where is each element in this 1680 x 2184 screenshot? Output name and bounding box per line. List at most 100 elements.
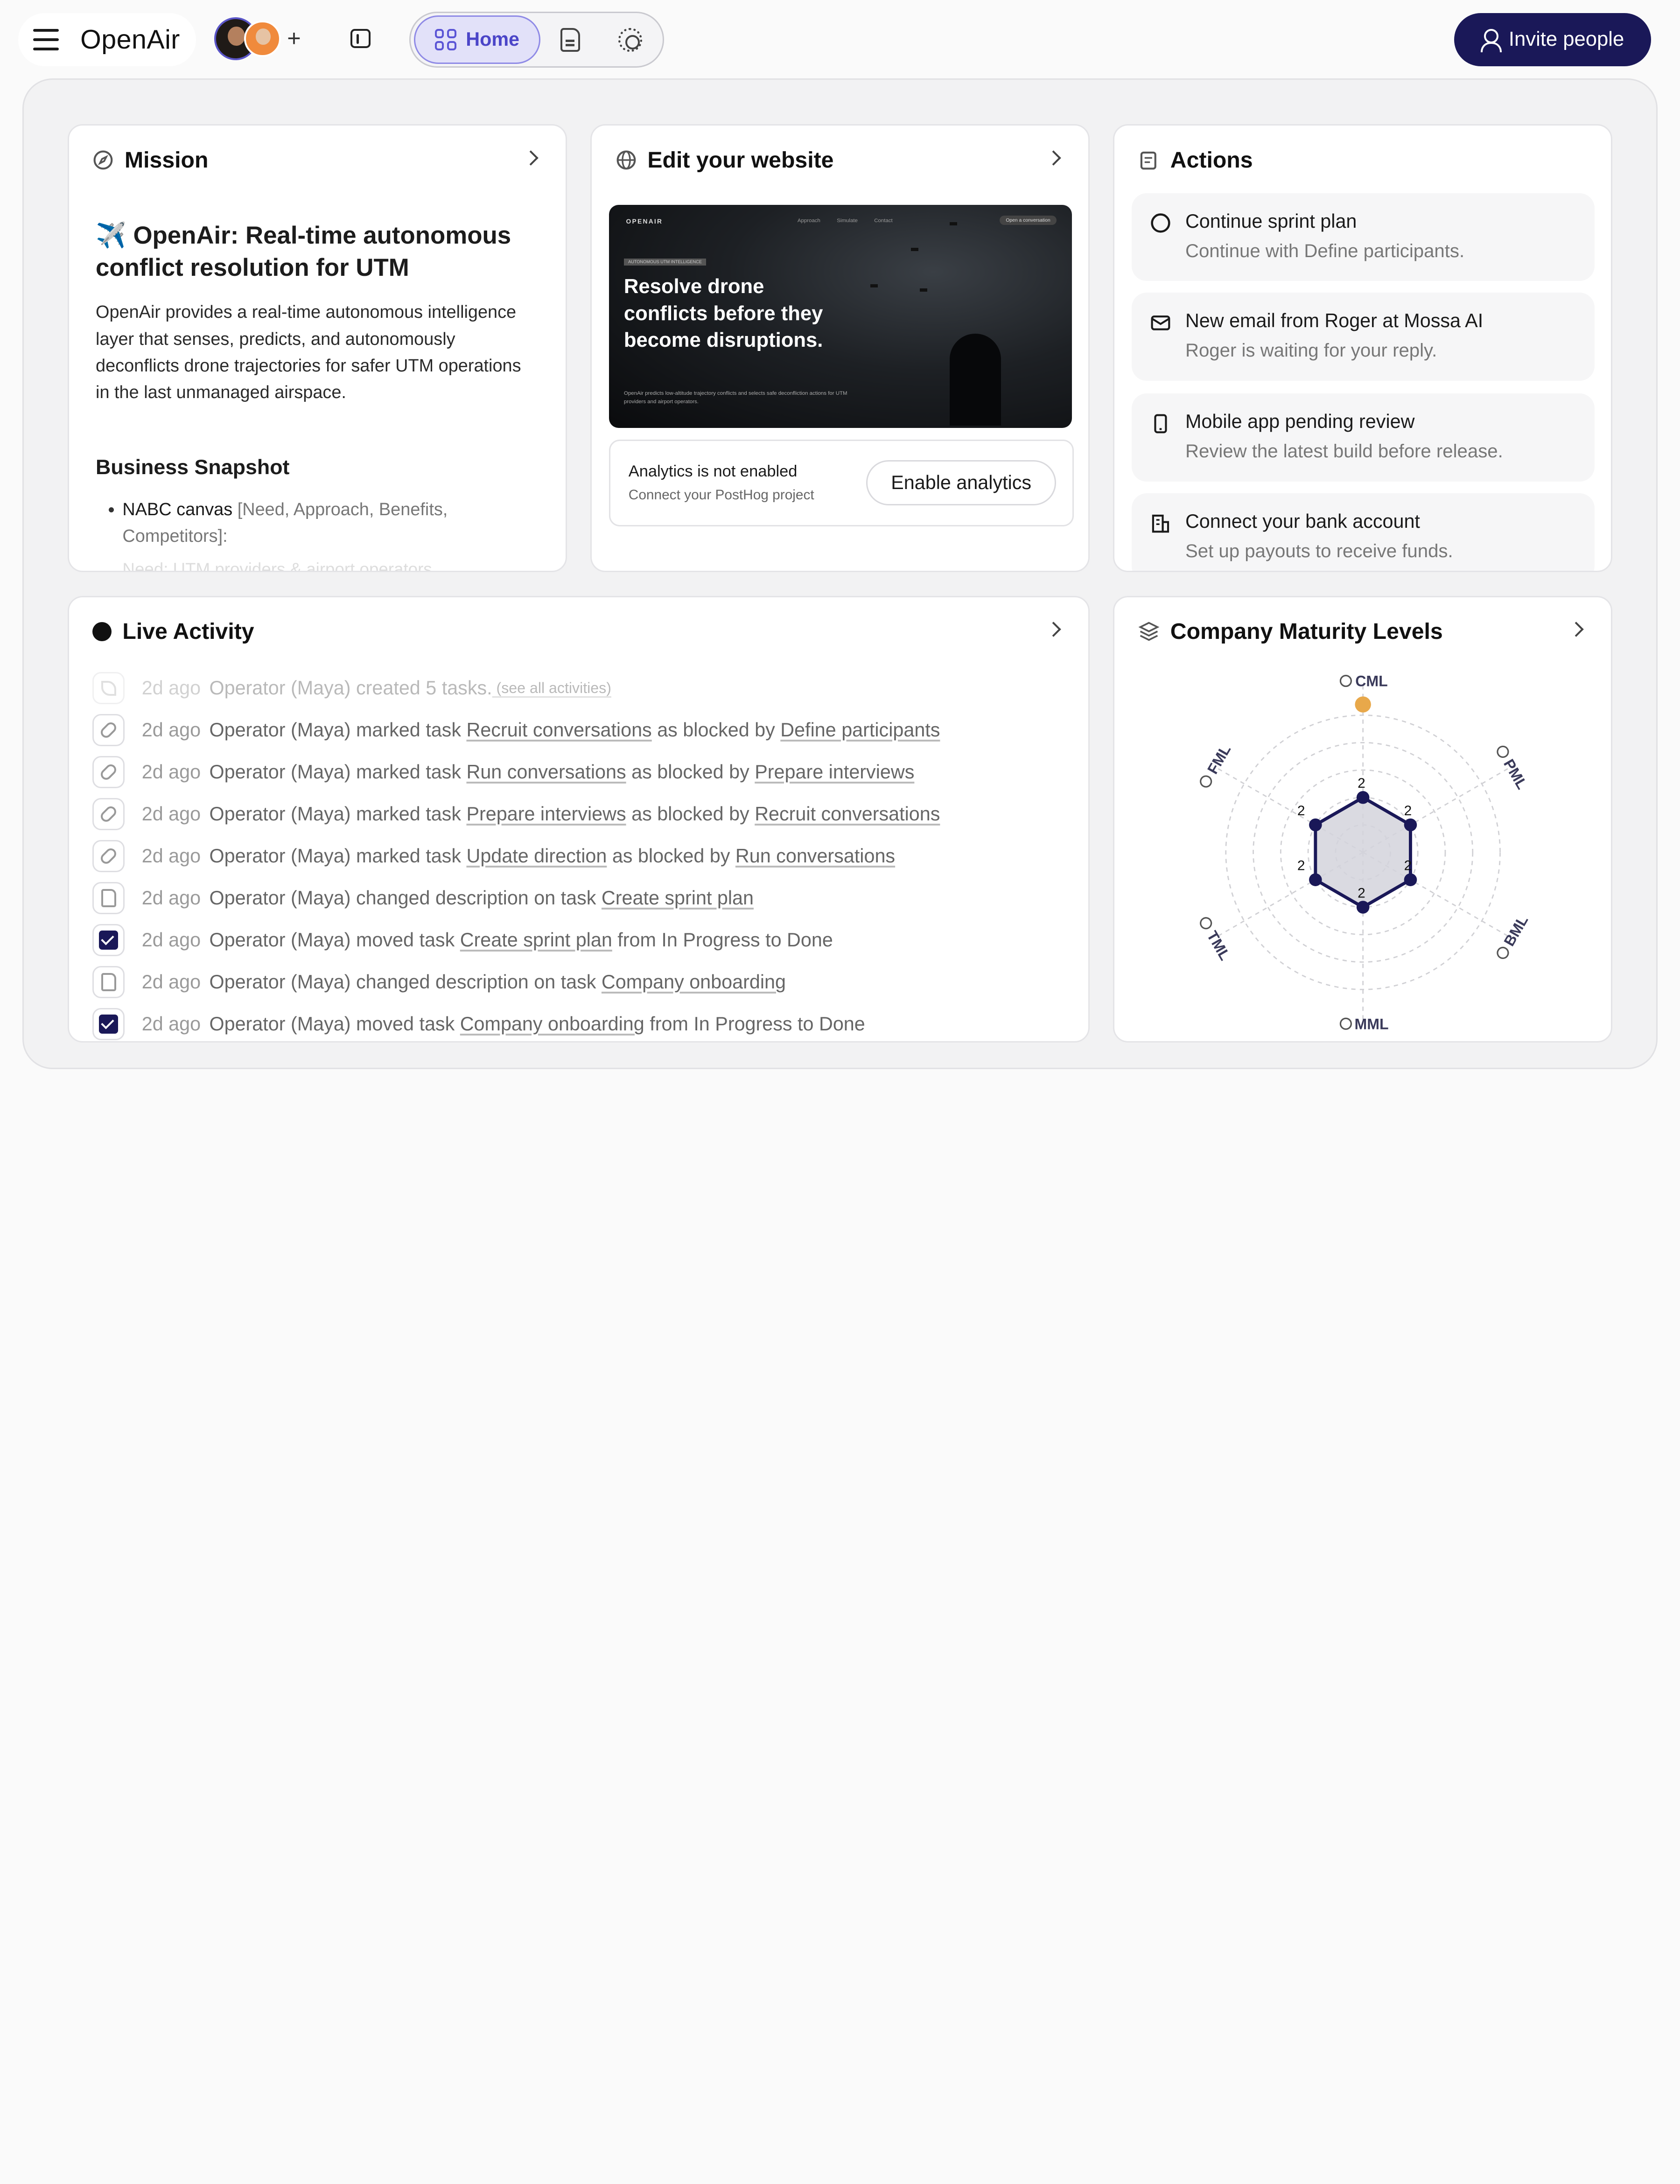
activity-row[interactable]: 2d ago Operator (Maya) changed descriptio… — [92, 965, 786, 999]
checkbox-icon — [92, 924, 125, 957]
chevron-right-icon[interactable] — [523, 150, 539, 166]
radar-value-label: 2 — [1297, 858, 1305, 873]
live-activity-header: Live Activity — [92, 618, 254, 644]
radar-axis-label-group: BML — [1497, 912, 1532, 959]
activity-text: from In Progress to Done — [644, 1013, 865, 1035]
mission-card[interactable]: Mission ✈️ OpenAir: Real-time autonomous… — [67, 124, 567, 572]
radar-point — [1309, 818, 1323, 831]
task-link[interactable]: Company onboarding — [602, 971, 786, 993]
home-tab[interactable]: Home — [413, 15, 540, 64]
task-link[interactable]: Prepare interviews — [755, 761, 914, 783]
task-link[interactable]: Create sprint plan — [460, 929, 612, 951]
task-link[interactable]: Create sprint plan — [602, 887, 754, 909]
chevron-right-icon[interactable] — [1046, 622, 1061, 637]
task-link[interactable]: Run conversations — [466, 761, 626, 783]
link-icon — [92, 798, 125, 831]
activity-time: 2d ago — [141, 1013, 201, 1035]
activity-row[interactable]: 2d ago Operator (Maya) created 5 tasks. (… — [92, 671, 611, 705]
task-link[interactable]: Run conversations — [735, 845, 895, 867]
link-icon — [92, 840, 125, 873]
document-tab-icon[interactable] — [560, 28, 580, 52]
activity-text: Operator (Maya) moved task — [209, 929, 460, 951]
task-link[interactable]: Update direction — [466, 845, 607, 867]
circle-icon — [1151, 213, 1170, 233]
brand-pill: OpenAir — [18, 13, 196, 67]
activity-row[interactable]: 2d ago Operator (Maya) marked task Run co… — [92, 755, 914, 789]
activity-time: 2d ago — [141, 929, 201, 951]
menu-icon[interactable] — [33, 28, 59, 50]
bank-icon — [1152, 514, 1169, 533]
task-link[interactable]: Recruit conversations — [755, 803, 940, 825]
invite-people-button[interactable]: Invite people — [1454, 13, 1651, 67]
sidebar-toggle-icon[interactable] — [350, 28, 371, 49]
radar-point — [1404, 873, 1417, 886]
home-label: Home — [466, 28, 520, 50]
grid-icon — [434, 28, 456, 50]
action-title: Mobile app pending review — [1185, 411, 1415, 433]
activity-text: as blocked by — [626, 761, 755, 783]
preview-headline: Resolve drone conflicts before they beco… — [623, 275, 823, 351]
avatar[interactable] — [244, 20, 281, 57]
action-item-email[interactable]: New email from Roger at Mossa AI Roger i… — [1132, 293, 1595, 381]
action-subtitle: Set up payouts to receive funds. — [1185, 540, 1453, 561]
business-snapshot-heading: Business Snapshot — [96, 455, 290, 479]
website-card[interactable]: Edit your website OPENAIR Approach Simul… — [590, 124, 1090, 572]
activity-row[interactable]: 2d ago Operator (Maya) moved task Create … — [92, 923, 833, 957]
activity-time: 2d ago — [141, 971, 201, 993]
invite-label: Invite people — [1508, 28, 1624, 51]
globe-icon — [616, 150, 636, 170]
mail-icon — [1151, 315, 1170, 330]
activity-time: 2d ago — [141, 803, 201, 825]
checkbox-icon — [92, 1008, 125, 1041]
activity-row[interactable]: 2d ago Operator (Maya) marked task Update… — [92, 839, 895, 873]
preview-subtext: OpenAir predicts low-altitude trajectory… — [623, 391, 847, 405]
activity-text: as blocked by — [626, 803, 755, 825]
action-item-mobile[interactable]: Mobile app pending review Review the lat… — [1132, 393, 1595, 482]
collaborators: + — [214, 17, 301, 60]
radar-axis-label: TML — [1204, 928, 1234, 963]
radar-value-label: 2 — [1404, 803, 1412, 819]
activity-row[interactable]: 2d ago Operator (Maya) marked task Recrui… — [92, 713, 940, 747]
drone-icon — [911, 248, 919, 251]
website-header: Edit your website — [616, 147, 833, 173]
preview-tag: AUTONOMOUS UTM INTELLIGENCE — [623, 258, 707, 266]
mml-icon — [1340, 1017, 1352, 1030]
chevron-right-icon[interactable] — [1046, 150, 1061, 166]
task-link[interactable]: Company onboarding — [460, 1013, 644, 1035]
activity-time: 2d ago — [141, 845, 201, 867]
action-item-bank[interactable]: Connect your bank account Set up payouts… — [1132, 493, 1595, 571]
add-collaborator-icon[interactable]: + — [287, 27, 301, 50]
fml-icon — [1200, 775, 1212, 788]
activity-time: 2d ago — [141, 761, 201, 783]
task-link[interactable]: Recruit conversations — [466, 719, 651, 741]
radar-axis-label: FML — [1204, 742, 1234, 777]
radar-value-label: 2 — [1358, 885, 1366, 901]
person-add-icon — [1481, 28, 1502, 52]
radar-point — [1357, 900, 1370, 914]
action-item-sprint[interactable]: Continue sprint plan Continue with Defin… — [1132, 193, 1595, 281]
analytics-box: Analytics is not enabled Connect your Po… — [609, 440, 1074, 526]
enable-analytics-button[interactable]: Enable analytics — [866, 460, 1056, 505]
maturity-radar-chart: 2 2 2 2 2 2 CML PML BML MML TML FML — [1200, 672, 1532, 1032]
activity-row[interactable]: 2d ago Operator (Maya) moved task Company… — [92, 1007, 865, 1041]
task-link[interactable]: Define participants — [780, 719, 940, 741]
preview-cta: Open a conversation — [999, 216, 1057, 225]
task-link[interactable]: Prepare interviews — [466, 803, 626, 825]
activity-row[interactable]: 2d ago Operator (Maya) marked task Prepar… — [92, 797, 940, 831]
analytics-subtitle: Connect your PostHog project — [628, 487, 814, 503]
document-icon — [92, 882, 125, 915]
activity-time: 2d ago — [141, 719, 201, 741]
radar-point — [1357, 791, 1370, 804]
activity-text: as blocked by — [651, 719, 781, 741]
silhouette-figure — [949, 333, 1001, 426]
action-subtitle: Continue with Define participants. — [1185, 240, 1465, 261]
website-preview[interactable]: OPENAIR Approach Simulate Contact Open a… — [609, 205, 1072, 428]
preview-nav: Approach Simulate Contact — [797, 217, 893, 224]
see-all-activities-link[interactable]: (see all activities) — [492, 679, 611, 697]
settings-gear-icon[interactable] — [618, 28, 642, 52]
activity-time: 2d ago — [141, 677, 201, 699]
radar-value-label: 2 — [1358, 776, 1366, 791]
drone-icon — [949, 222, 957, 225]
activity-row[interactable]: 2d ago Operator (Maya) changed descriptio… — [92, 881, 754, 915]
action-subtitle: Review the latest build before release. — [1185, 441, 1503, 462]
